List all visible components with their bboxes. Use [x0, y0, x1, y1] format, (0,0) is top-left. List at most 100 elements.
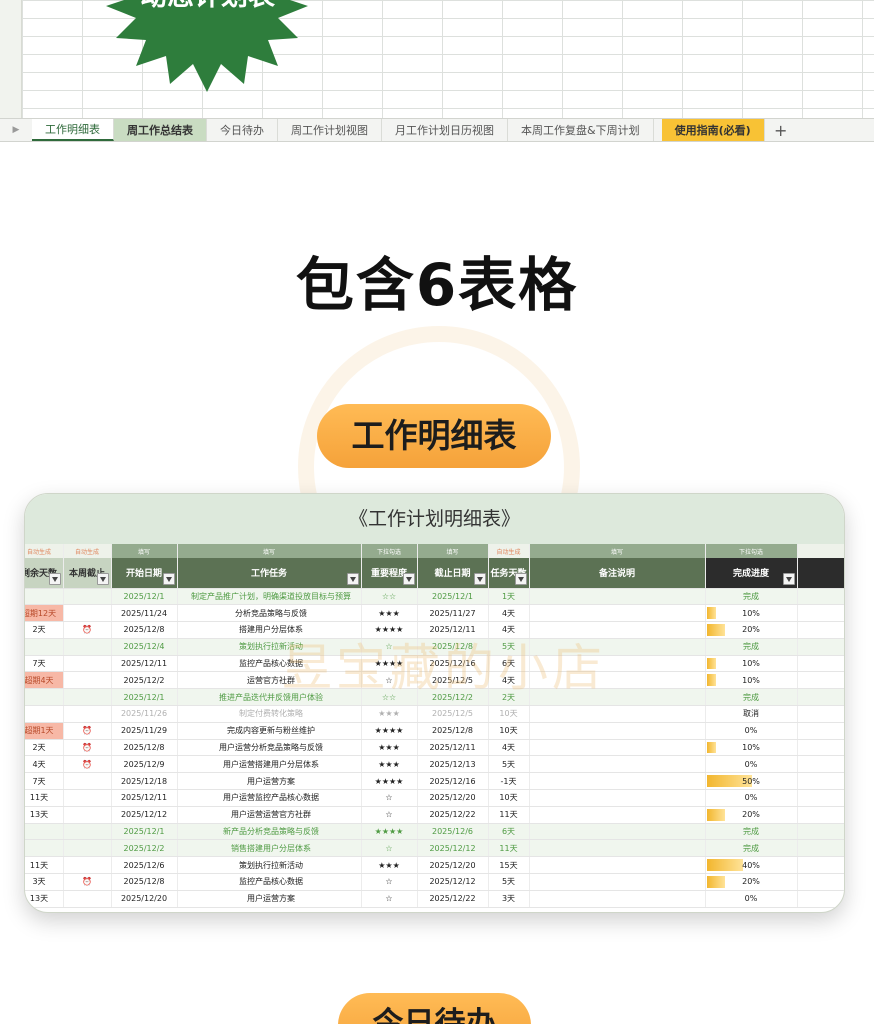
progress-cell[interactable]: 40%: [705, 856, 798, 875]
end-date-cell[interactable]: 2025/12/1: [417, 588, 489, 606]
task-cell[interactable]: 新产品分析竞品策略与反馈: [177, 823, 362, 841]
start-date-cell[interactable]: 2025/12/11: [111, 789, 178, 807]
end-date-cell[interactable]: 2025/12/22: [417, 890, 489, 908]
filter-dropdown-icon[interactable]: [402, 572, 415, 585]
start-date-cell[interactable]: 2025/12/1: [111, 588, 178, 606]
note-cell[interactable]: [529, 806, 706, 824]
end-date-cell[interactable]: 2025/11/27: [417, 604, 489, 623]
importance-cell[interactable]: ★★★: [361, 755, 418, 774]
end-date-cell[interactable]: 2025/12/6: [417, 823, 489, 841]
importance-cell[interactable]: ★★★★: [361, 823, 418, 841]
start-date-cell[interactable]: 2025/12/1: [111, 688, 178, 707]
tab-scroll-icon[interactable]: ▶: [0, 125, 32, 135]
tab-1[interactable]: 周工作总结表: [114, 119, 207, 141]
filter-dropdown-icon[interactable]: [162, 572, 175, 585]
note-cell[interactable]: [529, 890, 706, 908]
note-cell[interactable]: [529, 823, 706, 841]
tab-6[interactable]: 使用指南(必看): [661, 119, 765, 141]
progress-cell[interactable]: 20%: [705, 873, 798, 891]
note-cell[interactable]: [529, 839, 706, 858]
importance-cell[interactable]: ☆: [361, 839, 418, 858]
progress-cell[interactable]: 10%: [705, 655, 798, 673]
end-date-cell[interactable]: 2025/12/11: [417, 739, 489, 757]
progress-cell[interactable]: 完成: [705, 588, 798, 606]
progress-cell[interactable]: 完成: [705, 839, 798, 858]
start-date-cell[interactable]: 2025/12/1: [111, 823, 178, 841]
start-date-cell[interactable]: 2025/12/2: [111, 671, 178, 690]
task-cell[interactable]: 监控产品核心数据: [177, 873, 362, 891]
filter-dropdown-icon[interactable]: [782, 572, 795, 585]
task-cell[interactable]: 制定产品推广计划，明确渠道投放目标与预算: [177, 588, 362, 606]
end-date-cell[interactable]: 2025/12/8: [417, 722, 489, 740]
end-date-cell[interactable]: 2025/12/13: [417, 755, 489, 774]
progress-cell[interactable]: 完成: [705, 823, 798, 841]
note-cell[interactable]: [529, 755, 706, 774]
note-cell[interactable]: [529, 739, 706, 757]
importance-cell[interactable]: ★★★: [361, 604, 418, 623]
start-date-cell[interactable]: 2025/12/9: [111, 755, 178, 774]
start-date-cell[interactable]: 2025/11/29: [111, 722, 178, 740]
end-date-cell[interactable]: 2025/12/16: [417, 772, 489, 791]
start-date-cell[interactable]: 2025/12/2: [111, 839, 178, 858]
start-date-cell[interactable]: 2025/12/8: [111, 873, 178, 891]
task-cell[interactable]: 用户运营分析竞品策略与反馈: [177, 739, 362, 757]
task-cell[interactable]: 分析竞品策略与反馈: [177, 604, 362, 623]
progress-cell[interactable]: 取消: [705, 705, 798, 723]
note-cell[interactable]: [529, 604, 706, 623]
importance-cell[interactable]: ☆☆: [361, 588, 418, 606]
importance-cell[interactable]: ☆: [361, 806, 418, 824]
task-cell[interactable]: 用户运营搭建用户分层体系: [177, 755, 362, 774]
tab-0[interactable]: 工作明细表: [32, 119, 114, 141]
progress-cell[interactable]: 完成: [705, 638, 798, 656]
progress-cell[interactable]: 0%: [705, 890, 798, 908]
filter-dropdown-icon[interactable]: [473, 572, 486, 585]
importance-cell[interactable]: ☆: [361, 873, 418, 891]
note-cell[interactable]: [529, 772, 706, 791]
task-cell[interactable]: 销售搭建用户分层体系: [177, 839, 362, 858]
note-cell[interactable]: [529, 789, 706, 807]
task-cell[interactable]: 用户运营监控产品核心数据: [177, 789, 362, 807]
tab-5[interactable]: 本周工作复盘&下周计划: [508, 119, 654, 141]
start-date-cell[interactable]: 2025/12/4: [111, 638, 178, 656]
end-date-cell[interactable]: 2025/12/5: [417, 705, 489, 723]
start-date-cell[interactable]: 2025/12/12: [111, 806, 178, 824]
task-cell[interactable]: 制定付费转化策略: [177, 705, 362, 723]
end-date-cell[interactable]: 2025/12/20: [417, 856, 489, 875]
start-date-cell[interactable]: 2025/12/20: [111, 890, 178, 908]
task-cell[interactable]: 策划执行拉新活动: [177, 856, 362, 875]
note-cell[interactable]: [529, 856, 706, 875]
start-date-cell[interactable]: 2025/12/6: [111, 856, 178, 875]
start-date-cell[interactable]: 2025/12/8: [111, 739, 178, 757]
progress-cell[interactable]: 0%: [705, 755, 798, 774]
importance-cell[interactable]: ★★★: [361, 856, 418, 875]
tab-3[interactable]: 周工作计划视图: [278, 119, 382, 141]
end-date-cell[interactable]: 2025/12/12: [417, 873, 489, 891]
progress-cell[interactable]: 10%: [705, 671, 798, 690]
progress-cell[interactable]: 10%: [705, 739, 798, 757]
filter-dropdown-icon[interactable]: [514, 572, 527, 585]
progress-cell[interactable]: 0%: [705, 722, 798, 740]
note-cell[interactable]: [529, 588, 706, 606]
start-date-cell[interactable]: 2025/11/24: [111, 604, 178, 623]
importance-cell[interactable]: ★★★: [361, 705, 418, 723]
filter-dropdown-icon[interactable]: [346, 572, 359, 585]
task-cell[interactable]: 用户运营方案: [177, 772, 362, 791]
importance-cell[interactable]: ★★★: [361, 739, 418, 757]
progress-cell[interactable]: 20%: [705, 806, 798, 824]
end-date-cell[interactable]: 2025/12/22: [417, 806, 489, 824]
start-date-cell[interactable]: 2025/12/18: [111, 772, 178, 791]
start-date-cell[interactable]: 2025/11/26: [111, 705, 178, 723]
progress-cell[interactable]: 10%: [705, 604, 798, 623]
progress-cell[interactable]: 0%: [705, 789, 798, 807]
progress-cell[interactable]: 20%: [705, 621, 798, 639]
importance-cell[interactable]: ☆: [361, 789, 418, 807]
note-cell[interactable]: [529, 705, 706, 723]
tab-4[interactable]: 月工作计划日历视图: [382, 119, 508, 141]
filter-dropdown-icon[interactable]: [48, 572, 61, 585]
end-date-cell[interactable]: 2025/12/20: [417, 789, 489, 807]
progress-cell[interactable]: 完成: [705, 688, 798, 707]
tab-2[interactable]: 今日待办: [207, 119, 278, 141]
start-date-cell[interactable]: 2025/12/11: [111, 655, 178, 673]
end-date-cell[interactable]: 2025/12/12: [417, 839, 489, 858]
task-cell[interactable]: 用户运营方案: [177, 890, 362, 908]
